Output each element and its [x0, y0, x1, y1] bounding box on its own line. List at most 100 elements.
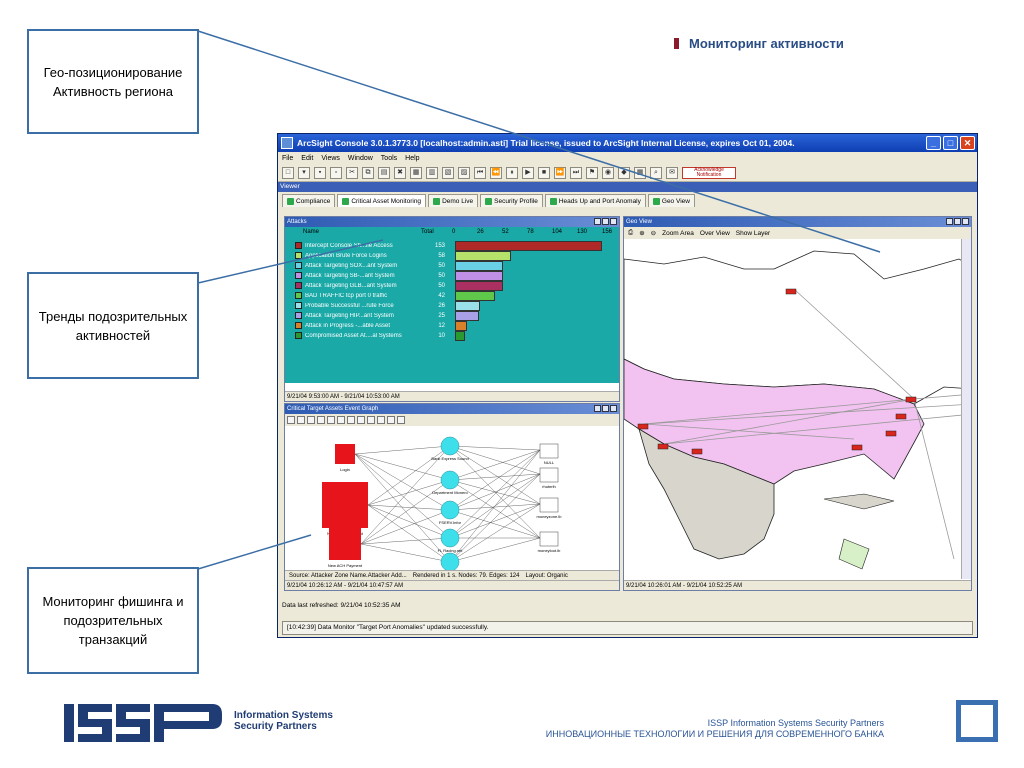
pane-max-icon[interactable]	[954, 218, 961, 225]
map-marker[interactable]	[905, 396, 917, 403]
source-node[interactable]	[335, 444, 355, 464]
delete-icon[interactable]: ✖	[394, 166, 406, 179]
pane-menu-icon[interactable]	[594, 405, 601, 412]
middle-node[interactable]	[440, 436, 460, 456]
target-node[interactable]	[539, 531, 559, 547]
flag-icon[interactable]: ⚑	[586, 166, 598, 179]
source-node[interactable]	[322, 482, 368, 528]
graph-tool-icon[interactable]	[367, 416, 375, 424]
attack-row[interactable]: Attack Targeting SB-...ant System 50	[295, 271, 445, 280]
target-node[interactable]	[539, 497, 559, 513]
tab-security-profile[interactable]: Security Profile	[480, 194, 543, 207]
save-all-icon[interactable]: ▫	[330, 166, 342, 179]
tab-heads-up-port-anomaly[interactable]: Heads Up and Port Anomaly	[544, 194, 646, 207]
menu-window[interactable]: Window	[348, 155, 373, 162]
pane-menu-icon[interactable]	[594, 218, 601, 225]
target-node[interactable]	[539, 467, 559, 483]
graph-tool-icon[interactable]	[377, 416, 385, 424]
attack-bar[interactable]	[455, 251, 511, 261]
map-marker[interactable]	[885, 430, 897, 437]
event-graph-canvas[interactable]: LoginNew Payee CreatedNew ACH PaymentBan…	[285, 426, 619, 577]
graph-tool-icon[interactable]	[317, 416, 325, 424]
first-icon[interactable]: ⏮	[474, 166, 486, 179]
search-icon[interactable]: ⌕	[650, 166, 662, 179]
tab-critical-asset-monitoring[interactable]: Critical Asset Monitoring	[337, 194, 427, 207]
zoom-area-button[interactable]: Zoom Area	[662, 230, 694, 237]
forward-icon[interactable]: ⏩	[554, 166, 566, 179]
source-node[interactable]	[329, 528, 361, 560]
target-node[interactable]	[539, 443, 559, 459]
graph-tool-icon[interactable]	[307, 416, 315, 424]
graph-tool-icon[interactable]	[357, 416, 365, 424]
signal-icon[interactable]: ◉	[602, 166, 614, 179]
zoom-out-icon[interactable]: ⊖	[651, 229, 656, 237]
middle-node[interactable]	[440, 552, 460, 572]
attack-bar[interactable]	[455, 291, 496, 301]
map-marker[interactable]	[895, 413, 907, 420]
attack-bar[interactable]	[455, 281, 504, 291]
middle-node[interactable]	[440, 470, 460, 490]
show-layer-button[interactable]: Show Layer	[736, 230, 770, 237]
middle-node[interactable]	[440, 500, 460, 520]
chat-icon[interactable]: ✉	[666, 166, 678, 179]
graph-tool-icon[interactable]	[287, 416, 295, 424]
zoom-in-icon[interactable]: ⊕	[639, 229, 644, 237]
map-marker[interactable]	[785, 288, 797, 295]
pane-max-icon[interactable]	[602, 405, 609, 412]
tag-icon[interactable]: ◆	[618, 166, 630, 179]
tab-compliance[interactable]: Compliance	[282, 194, 336, 207]
graph-tool-icon[interactable]	[297, 416, 305, 424]
paste-icon[interactable]: ▤	[378, 166, 390, 179]
map-marker[interactable]	[637, 423, 649, 430]
menu-edit[interactable]: Edit	[301, 155, 313, 162]
save-icon[interactable]: ▪	[314, 166, 326, 179]
view1-icon[interactable]: ▦	[410, 166, 422, 179]
attack-bar[interactable]	[455, 261, 504, 271]
geo-map[interactable]	[624, 239, 971, 579]
graph-tool-icon[interactable]	[387, 416, 395, 424]
graph-tool-icon[interactable]	[337, 416, 345, 424]
view2-icon[interactable]: ▥	[426, 166, 438, 179]
attack-bar[interactable]	[455, 311, 480, 321]
stop-icon[interactable]: ■	[538, 166, 550, 179]
pane-close-icon[interactable]	[610, 218, 617, 225]
view3-icon[interactable]: ▧	[442, 166, 454, 179]
print-icon[interactable]: ⎙	[628, 229, 633, 237]
attack-row[interactable]: Attack Targeting SOX...ant System 50	[295, 261, 445, 270]
attack-bar[interactable]	[455, 331, 465, 341]
pane-menu-icon[interactable]	[946, 218, 953, 225]
over-view-button[interactable]: Over View	[700, 230, 730, 237]
attack-bar[interactable]	[455, 301, 480, 311]
map-vertical-scrollbar[interactable]	[961, 239, 971, 579]
menu-file[interactable]: File	[282, 155, 293, 162]
graph-tool-icon[interactable]	[327, 416, 335, 424]
acknowledge-notification-button[interactable]: Acknowledge Notification	[682, 166, 736, 179]
pane-close-icon[interactable]	[610, 405, 617, 412]
attack-row[interactable]: Attack Targeting HIP...ant System 25	[295, 311, 445, 320]
graph-tool-icon[interactable]	[347, 416, 355, 424]
view4-icon[interactable]: ▨	[458, 166, 470, 179]
minimize-button[interactable]: _	[926, 136, 941, 150]
attack-row[interactable]: Probable Successful ...rute Force 26	[295, 301, 445, 310]
attack-row[interactable]: Application Brute Force Logins 58	[295, 251, 445, 260]
map-marker[interactable]	[657, 443, 669, 450]
menu-views[interactable]: Views	[321, 155, 340, 162]
rewind-icon[interactable]: ⏪	[490, 166, 502, 179]
window-titlebar[interactable]: ArcSight Console 3.0.1.3773.0 [localhost…	[278, 134, 977, 152]
pane-close-icon[interactable]	[962, 218, 969, 225]
maximize-button[interactable]: □	[943, 136, 958, 150]
map-marker[interactable]	[851, 444, 863, 451]
attack-bar[interactable]	[455, 241, 603, 251]
attack-bar[interactable]	[455, 321, 467, 331]
attack-row[interactable]: Intercept Console Sh...ile Access 153	[295, 241, 445, 250]
attack-bar[interactable]	[455, 271, 504, 281]
pane-max-icon[interactable]	[602, 218, 609, 225]
menu-tools[interactable]: Tools	[381, 155, 397, 162]
new-icon[interactable]: □	[282, 166, 294, 179]
attack-row[interactable]: Compromised Asset At....al Systems 10	[295, 331, 445, 340]
copy-icon[interactable]: ⧉	[362, 166, 374, 179]
middle-node[interactable]	[440, 528, 460, 548]
attack-row[interactable]: Attack in Progress -...able Asset 12	[295, 321, 445, 330]
cut-icon[interactable]: ✂	[346, 166, 358, 179]
attack-row[interactable]: BAD TRAFFIC tcp port 0 traffic 42	[295, 291, 445, 300]
